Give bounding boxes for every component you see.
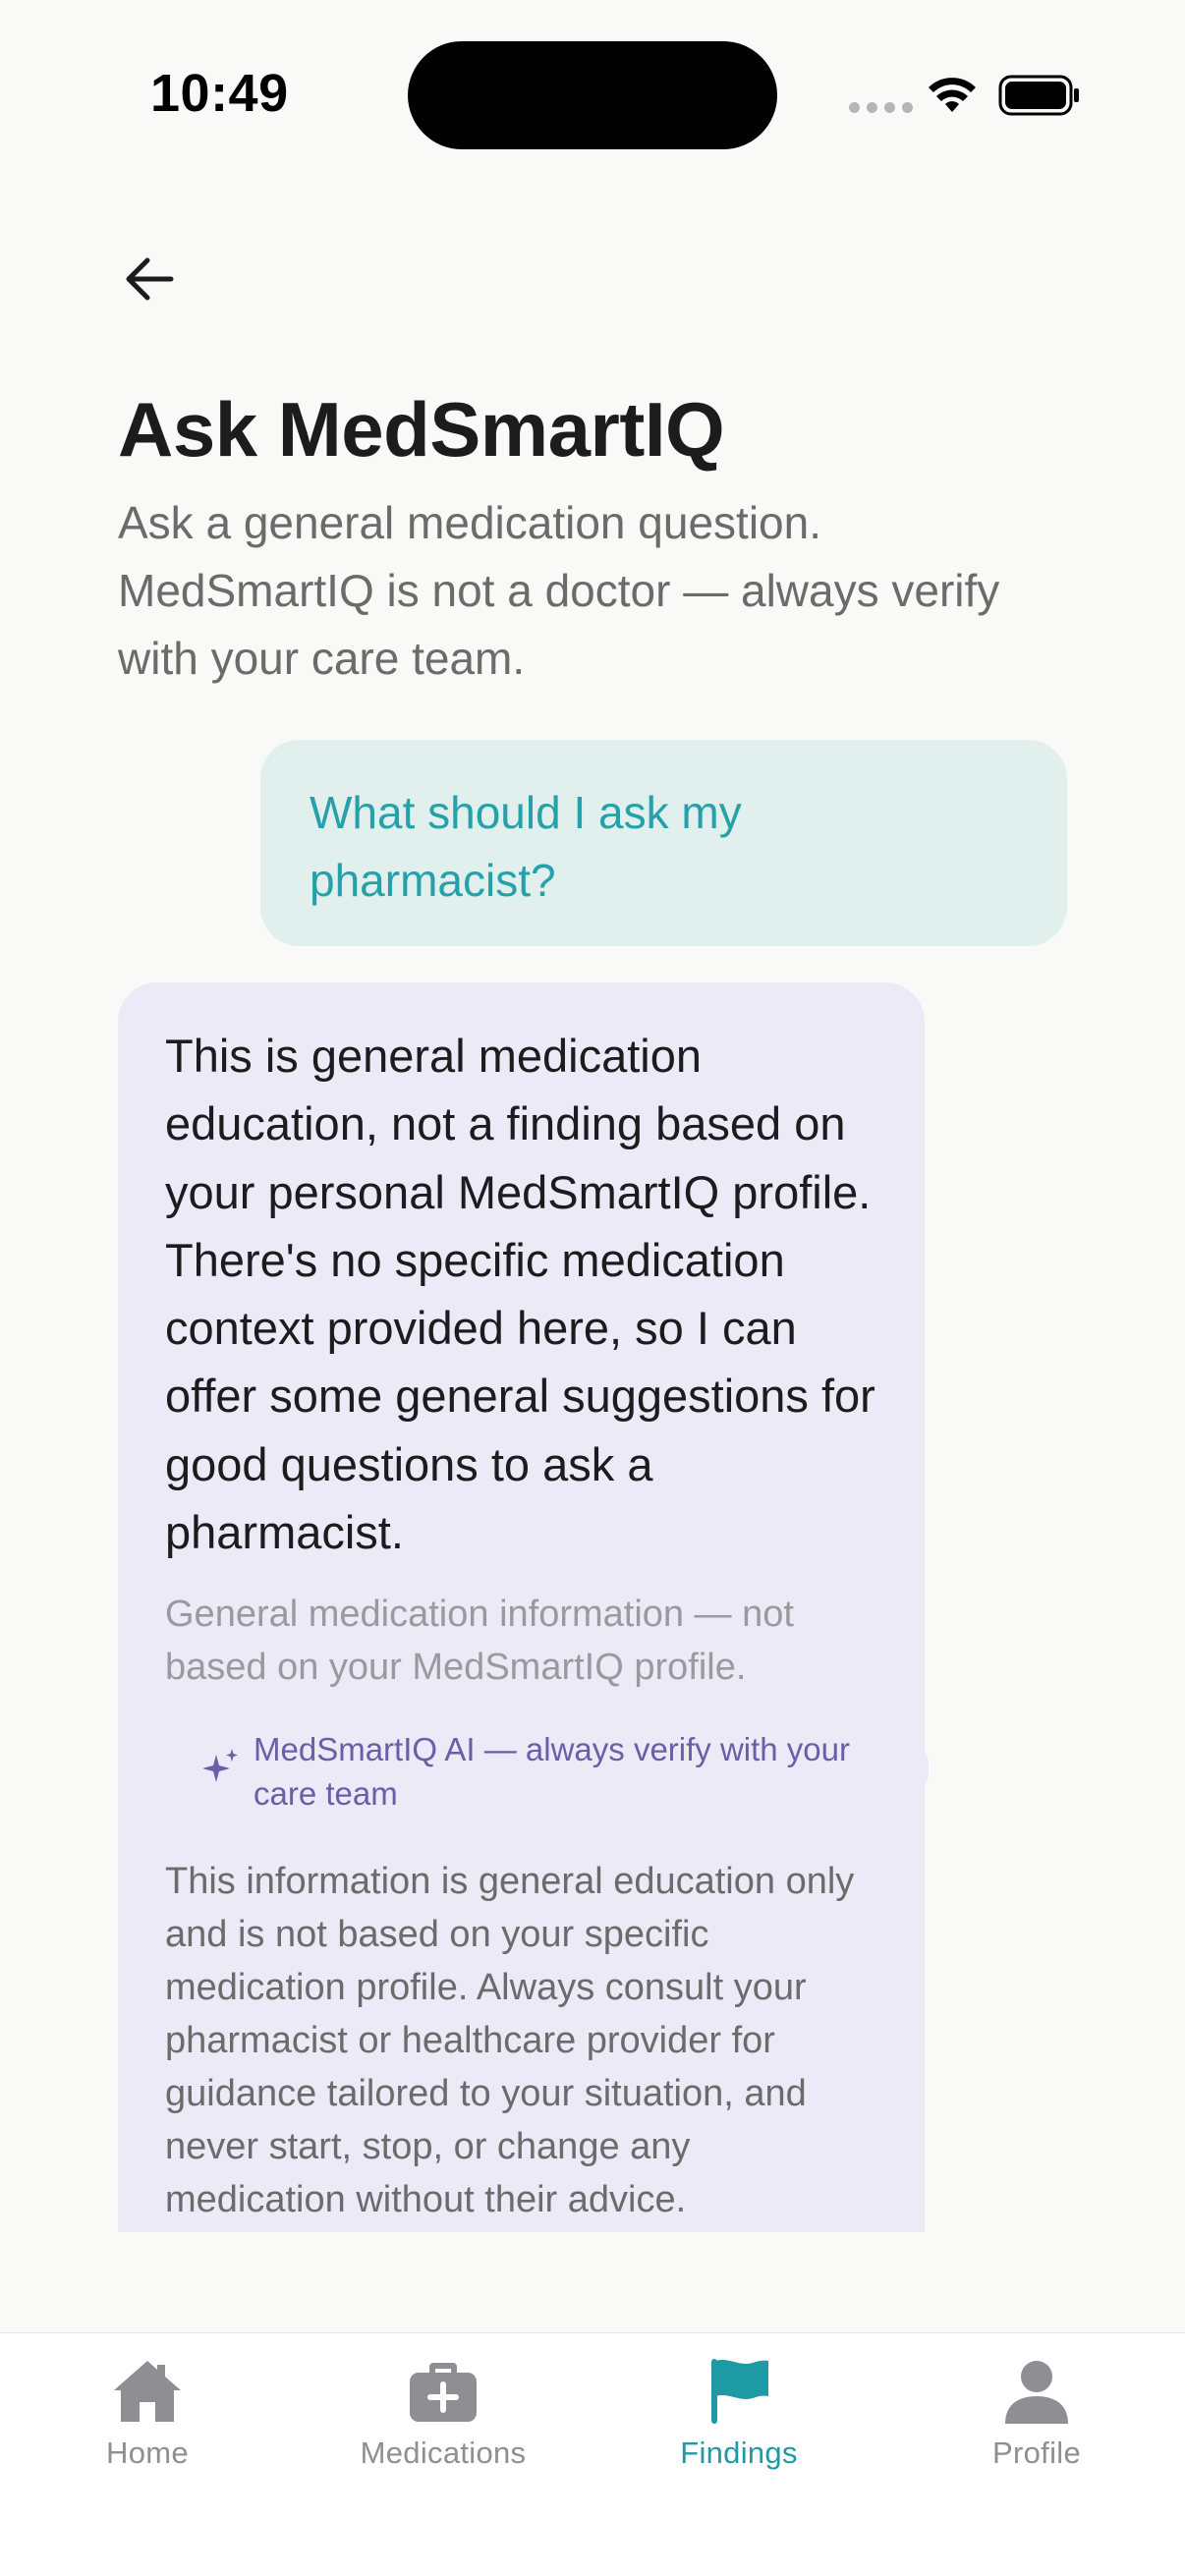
bubble-scroll-edge: [909, 1744, 929, 1793]
ai-source-note: General medication information — not bas…: [165, 1594, 794, 1689]
tab-medications[interactable]: Medications: [325, 2355, 561, 2483]
tab-label: Home: [106, 2436, 189, 2470]
page-title: Ask MedSmartIQ: [118, 386, 725, 473]
ai-message-bubble: This is general medication education, no…: [118, 982, 925, 2232]
tab-label: Findings: [680, 2436, 798, 2470]
status-time: 10:49: [150, 64, 289, 123]
tab-profile[interactable]: Profile: [919, 2355, 1155, 2483]
tab-home[interactable]: Home: [29, 2355, 265, 2483]
tab-bar: Home Medications Findings Profile: [0, 2332, 1185, 2576]
back-button[interactable]: [116, 246, 183, 312]
ai-message-text: This is general medication education, no…: [165, 1030, 875, 1559]
user-message-bubble: What should I ask my pharmacist?: [260, 740, 1067, 946]
wifi-icon: [929, 78, 976, 112]
medkit-icon: [410, 2363, 477, 2422]
user-message-text: What should I ask my pharmacist?: [310, 787, 742, 906]
ai-disclaimer: This information is general education on…: [165, 1861, 855, 2221]
tab-findings[interactable]: Findings: [621, 2355, 857, 2483]
ai-badge: MedSmartIQ AI — always verify with your …: [198, 1727, 877, 1816]
home-icon: [114, 2361, 181, 2422]
person-icon: [1005, 2361, 1068, 2424]
dynamic-island: [408, 41, 777, 149]
arrow-left-icon: [126, 257, 174, 301]
flag-icon: [711, 2359, 768, 2424]
cellular-signal-icon: [849, 102, 913, 113]
tab-label: Profile: [992, 2436, 1081, 2470]
tab-label: Medications: [360, 2436, 527, 2470]
screen: 10:49 Ask MedSmartIQ Ask a general medic…: [0, 0, 1185, 2576]
page-subtitle: Ask a general medication question. MedSm…: [118, 497, 1000, 684]
ai-badge-text: MedSmartIQ AI — always verify with your …: [254, 1731, 851, 1813]
battery-icon: [998, 75, 1079, 116]
sparkle-icon: [202, 1749, 238, 1783]
